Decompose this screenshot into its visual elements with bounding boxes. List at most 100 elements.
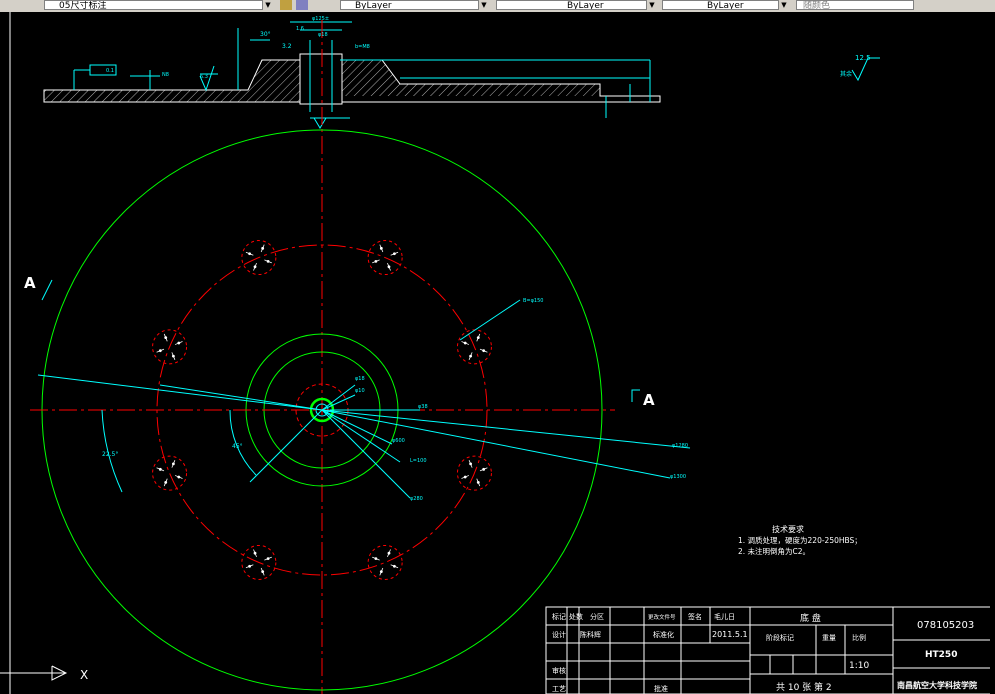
bolt-hole-dot (253, 265, 257, 269)
bolt-hole-dot (392, 252, 396, 256)
dim-phi18: φ18 (355, 376, 365, 382)
bolt-hole-dot (379, 570, 383, 574)
bolt-hole (152, 455, 188, 491)
linetype-dropdown[interactable]: ByLayer (496, 0, 656, 10)
chevron-down-icon[interactable]: ▼ (778, 0, 789, 10)
dim-45deg: 45° (232, 443, 243, 450)
tb-header-mark: 标记 (552, 612, 566, 621)
tb-designer-name: 陈科辉 (580, 630, 601, 639)
bolt-hole-dot (177, 341, 181, 345)
tb-material: HT250 (925, 650, 957, 660)
bolt-hole-dot (158, 349, 162, 353)
svg-text:X: X (80, 668, 88, 682)
tb-approve-label: 批准 (654, 684, 668, 693)
dimstyle-icon[interactable] (280, 0, 292, 10)
lineweight-dropdown[interactable]: ByLayer (662, 0, 788, 10)
bolt-hole-dot (469, 462, 473, 466)
bolt-hole-dot (476, 480, 480, 484)
dim-roughness-16: 1.6 (296, 26, 304, 32)
drawing-canvas[interactable]: 30° 3.2 1.6 φ125± φ18 b=M8 N8 6.3 0.1 12… (0, 12, 995, 694)
bolt-hole-dot (476, 336, 480, 340)
bolt-hole-dot (463, 475, 467, 479)
bolt-hole-dot (482, 467, 486, 471)
dim-phi1300: φ1300 (670, 474, 686, 480)
bolt-hole-dot (482, 349, 486, 353)
dim-angle: 30° (260, 31, 271, 38)
dim-phi38: φ38 (418, 404, 428, 410)
dim-b150: B=φ150 (523, 298, 543, 304)
svg-text:技术要求: 技术要求 (772, 524, 804, 534)
bolt-hole-dot (379, 246, 383, 250)
chevron-down-icon[interactable]: ▼ (262, 0, 273, 10)
bolt-hole-dot (261, 246, 265, 250)
color-dropdown[interactable]: ByLayer (340, 0, 488, 10)
bolt-hole-dot (158, 467, 162, 471)
tb-weight-label: 重量 (822, 634, 836, 642)
tb-scale: 1:10 (849, 661, 869, 671)
bolt-hole (367, 544, 403, 580)
dim-dia-125: φ125± (312, 16, 329, 22)
bolt-hole-dot (261, 570, 265, 574)
tb-review-label: 审核 (552, 666, 566, 675)
tb-stage-label: 阶段标记 (766, 633, 794, 642)
section-view (43, 20, 661, 694)
bolt-hole-dot (374, 259, 378, 263)
tb-sheets: 共 10 张 第 2 (776, 681, 832, 693)
bolt-hole-dot (171, 354, 175, 358)
tb-header-count: 处数 (569, 612, 583, 621)
dim-flatness: 0.1 (106, 68, 114, 74)
ucs-icon: X (0, 665, 88, 682)
dim-phi1280: φ1280 (672, 443, 688, 449)
dim-l100: L=100 (410, 458, 427, 464)
tb-header-sign: 签名 (688, 612, 702, 621)
svg-text:其余: 其余 (840, 70, 852, 78)
bolt-hole-dot (266, 557, 270, 561)
bolt-hole-dot (469, 354, 473, 358)
dim-keyway: b=M8 (355, 44, 370, 50)
section-label-left: A (24, 274, 36, 292)
tb-header-zone: 分区 (590, 612, 604, 621)
bolt-hole-dot (164, 336, 168, 340)
textstyle-dropdown[interactable]: 05尺寸标注 (44, 0, 272, 10)
dim-dia-18: φ18 (318, 32, 328, 38)
bolt-hole-dot (164, 480, 168, 484)
dim-roughness-63: 6.3 (200, 74, 208, 80)
vertical-scrollbar[interactable] (990, 12, 995, 694)
tb-process-label: 工艺 (552, 685, 566, 693)
svg-text:1. 调质处理，硬度为220-250HBS；: 1. 调质处理，硬度为220-250HBS； (738, 535, 862, 545)
bolt-hole-dot (387, 265, 391, 269)
technical-requirements: 技术要求 1. 调质处理，硬度为220-250HBS； 2. 未注明倒角为C2。 (738, 524, 862, 556)
svg-text:12.5: 12.5 (855, 54, 871, 62)
tb-scale-label: 比例 (852, 633, 866, 642)
section-label-right: A (643, 391, 655, 409)
tb-standardize-label: 标准化 (653, 630, 674, 639)
svg-text:2. 未注明倒角为C2。: 2. 未注明倒角为C2。 (738, 546, 810, 556)
bolt-hole-dot (248, 252, 252, 256)
dim-phi10: φ10 (355, 388, 365, 394)
tb-school: 南昌航空大学科技学院 (897, 680, 977, 690)
dim-n8: N8 (162, 72, 169, 78)
layer-icon[interactable] (296, 0, 308, 10)
dim-phi600: φ600 (392, 438, 405, 444)
dim-phi280: φ280 (410, 496, 423, 502)
bolt-hole-dot (171, 462, 175, 466)
bolt-hole-dot (248, 564, 252, 568)
chevron-down-icon[interactable]: ▼ (478, 0, 489, 10)
dim-225deg: 22.5° (102, 451, 118, 458)
dim-roughness-32: 3.2 (282, 43, 292, 50)
bolt-hole-dot (387, 551, 391, 555)
bolt-hole-dot (463, 341, 467, 345)
bolt-hole-dot (392, 564, 396, 568)
bolt-hole-dot (253, 551, 257, 555)
plotstyle-dropdown[interactable]: 随颜色 (796, 0, 914, 10)
bolt-hole-dot (177, 475, 181, 479)
roughness-symbol: 12.5 其余 (840, 54, 880, 82)
tb-part-name: 底 盘 (800, 612, 821, 624)
bolt-hole-dot (374, 557, 378, 561)
tb-header-doc: 更改文件号 (648, 613, 676, 621)
bolt-hole-dot (266, 259, 270, 263)
tb-drawing-number: 078105203 (917, 620, 974, 631)
chevron-down-icon[interactable]: ▼ (646, 0, 657, 10)
tb-date: 2011.5.1 (712, 630, 748, 639)
tb-signature: 毛儿日 (714, 612, 735, 621)
